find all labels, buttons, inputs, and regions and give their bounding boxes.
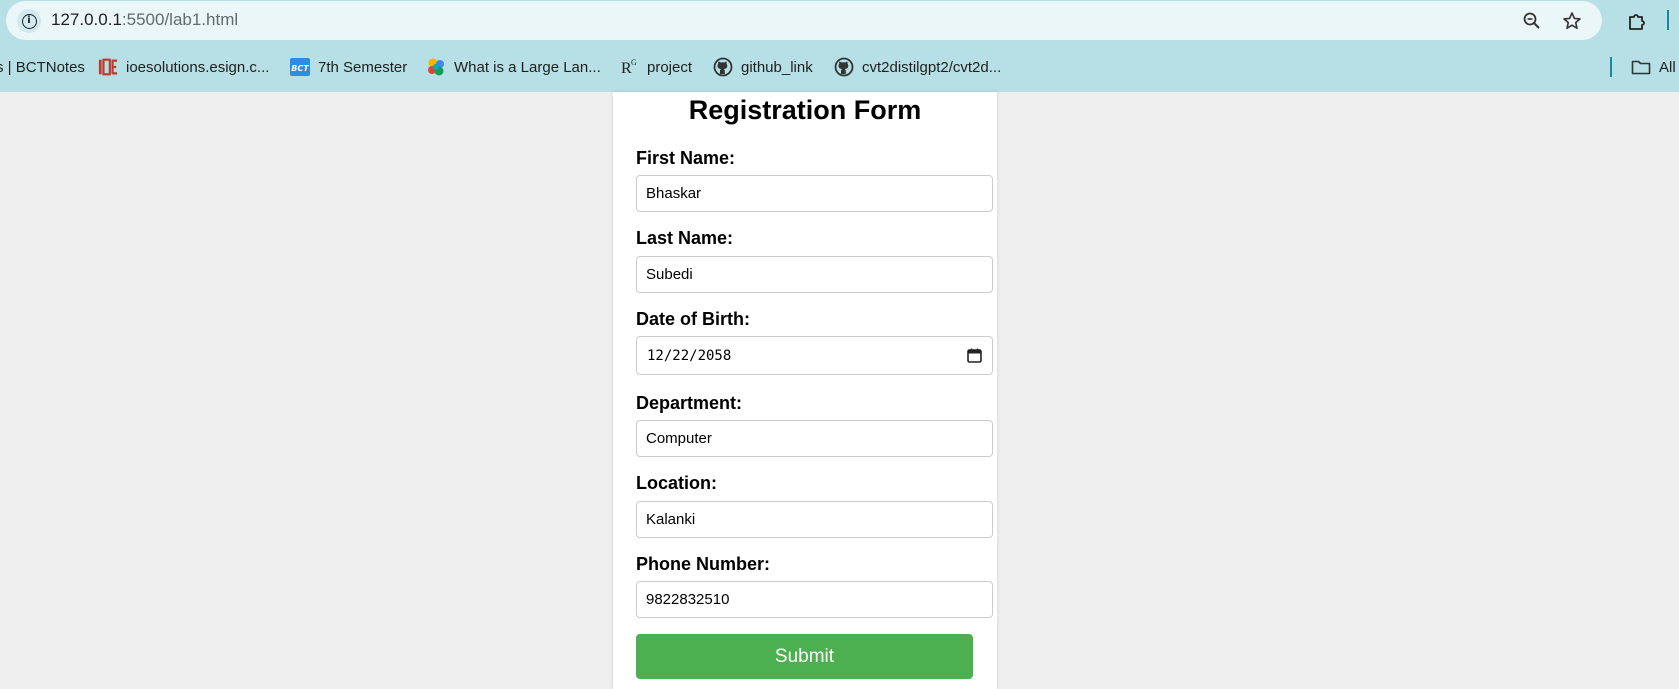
bookmark-star-icon[interactable]	[1560, 9, 1584, 33]
bct-logo-icon: BCT	[290, 58, 310, 76]
bookmark-label: ioesolutions.esign.c...	[126, 58, 270, 76]
bookmark-label: cvt2distilgpt2/cvt2d...	[862, 58, 1002, 76]
bookmark-label: github_link	[741, 58, 813, 76]
calendar-icon[interactable]	[966, 348, 982, 364]
bookmark-project[interactable]: RG project	[619, 55, 692, 79]
address-bar[interactable]: i 127.0.0.1:5500/lab1.html	[6, 1, 1602, 40]
department-label: Department:	[636, 393, 743, 413]
bookmark-label: All	[1659, 58, 1676, 76]
bookmark-ioesolutions[interactable]: ioesolutions.esign.c...	[98, 55, 269, 79]
url-path: :5500/lab1.html	[121, 10, 239, 29]
registration-card: Registration Form First Name: Last Name:…	[613, 92, 997, 689]
toolbar-edge	[1667, 10, 1669, 30]
site-info-button[interactable]: i	[17, 9, 41, 33]
department-input[interactable]	[636, 420, 993, 457]
dob-label: Date of Birth:	[636, 309, 750, 329]
bookmark-large-language[interactable]: What is a Large Lan...	[426, 55, 601, 79]
zoom-icon[interactable]	[1520, 9, 1544, 33]
colorful-dots-icon	[426, 58, 446, 76]
url-host: 127.0.0.1	[51, 10, 122, 29]
github-icon	[713, 57, 733, 77]
bookmark-label: What is a Large Lan...	[454, 58, 601, 76]
phone-input[interactable]	[636, 581, 993, 618]
bookmark-bctnotes[interactable]: s | BCTNotes	[0, 55, 85, 79]
phone-label: Phone Number:	[636, 554, 771, 574]
location-label: Location:	[636, 473, 717, 493]
bookmarks-bar: s | BCTNotes ioesolutions.esign.c... BCT…	[0, 55, 1679, 79]
page-title: Registration Form	[688, 95, 922, 125]
url-text[interactable]: 127.0.0.1:5500/lab1.html	[51, 10, 238, 30]
submit-button[interactable]: Submit	[636, 634, 973, 679]
folder-icon	[1631, 58, 1651, 76]
bookmark-7th-semester[interactable]: BCT 7th Semester	[290, 55, 407, 79]
first-name-input[interactable]	[636, 175, 993, 212]
extensions-icon[interactable]	[1624, 8, 1650, 34]
r-logo-icon: RG	[619, 58, 639, 77]
info-icon: i	[21, 13, 37, 29]
bookmark-label: 7th Semester	[318, 58, 408, 76]
location-input[interactable]	[636, 501, 993, 538]
dob-date-input[interactable]: 12/22/2058	[636, 336, 993, 375]
browser-chrome: i 127.0.0.1:5500/lab1.html s | BCTNotes …	[0, 0, 1679, 92]
bookmark-all-bookmarks[interactable]: All	[1631, 55, 1676, 79]
dob-value: 12/22/2058	[647, 347, 732, 364]
bookmark-label: s | BCTNotes	[0, 58, 85, 76]
bookmark-github-link[interactable]: github_link	[713, 55, 813, 79]
svg-text:G: G	[631, 58, 637, 67]
bookmarks-separator	[1610, 57, 1612, 77]
last-name-label: Last Name:	[636, 228, 734, 248]
svg-text:BCT: BCT	[291, 64, 309, 73]
bookmark-cvt2distilgpt2[interactable]: cvt2distilgpt2/cvt2d...	[834, 55, 1001, 79]
first-name-label: First Name:	[636, 148, 736, 168]
last-name-input[interactable]	[636, 256, 993, 293]
github-icon	[834, 57, 854, 77]
ioe-logo-icon	[98, 58, 118, 76]
bookmark-label: project	[647, 58, 693, 76]
